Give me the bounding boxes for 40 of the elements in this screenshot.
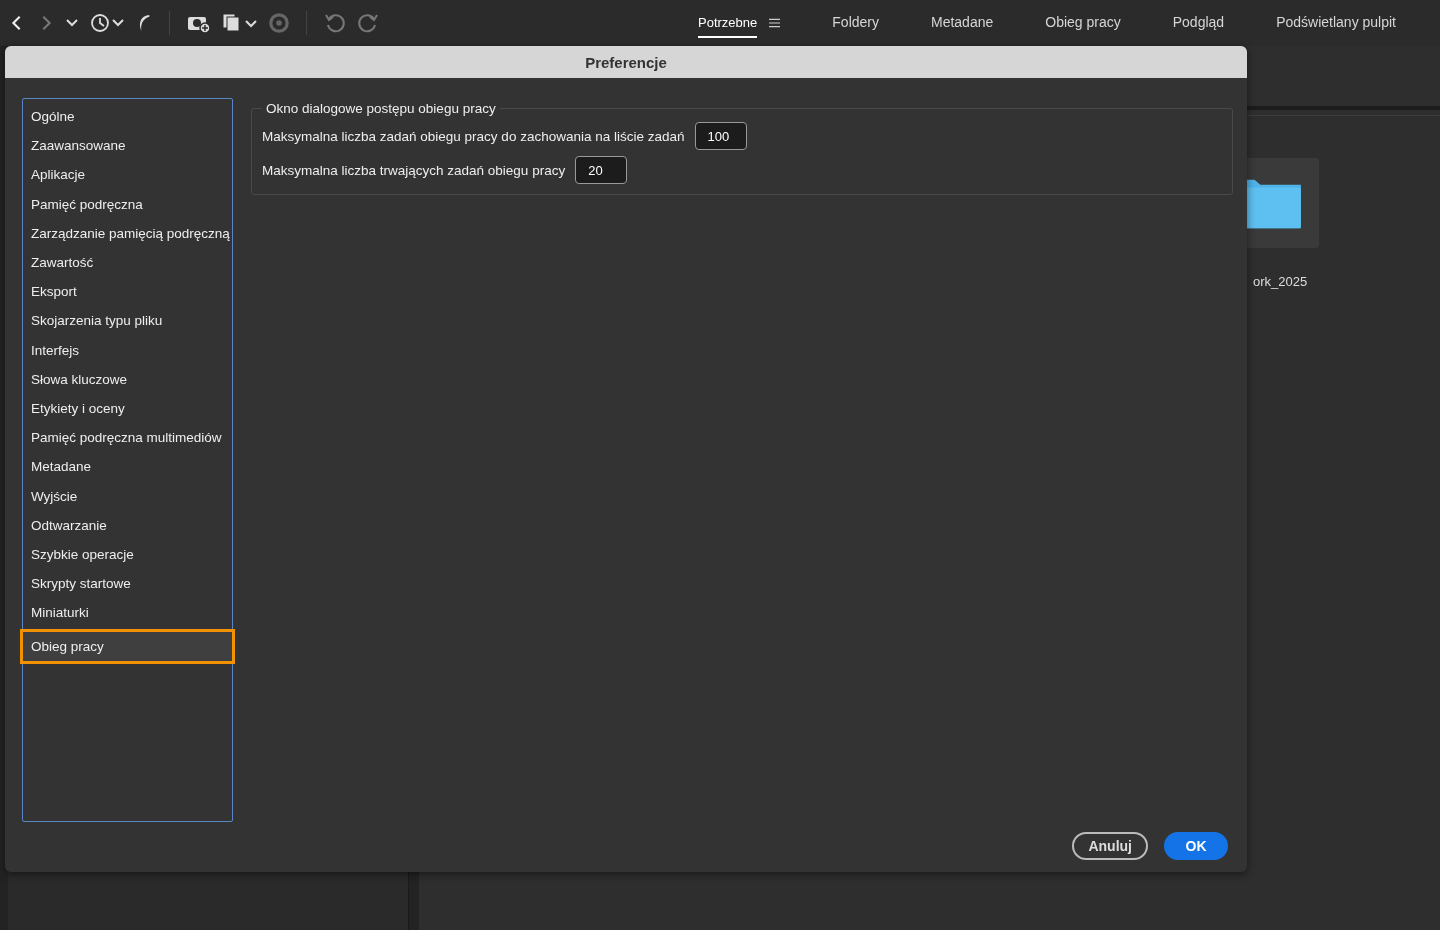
category-item[interactable]: Aplikacje bbox=[21, 160, 234, 190]
category-item[interactable]: Odtwarzanie bbox=[21, 510, 234, 540]
category-item[interactable]: Pamięć podręczna multimediów bbox=[21, 423, 234, 453]
workspace-tab[interactable]: Potrzebne bbox=[698, 8, 758, 38]
category-item[interactable]: Etykiety i oceny bbox=[21, 393, 234, 424]
ok-button[interactable]: OK bbox=[1164, 832, 1228, 860]
category-item[interactable]: Interfejs bbox=[21, 335, 234, 365]
workspace-tab[interactable]: Foldery bbox=[832, 8, 879, 38]
number-field[interactable]: 20 bbox=[575, 156, 628, 184]
dialog-title: Preferencje bbox=[5, 46, 1247, 78]
category-item[interactable]: Pamięć podręczna bbox=[21, 189, 234, 219]
number-field[interactable]: 100 bbox=[694, 122, 747, 150]
category-item[interactable]: Obieg pracy bbox=[20, 629, 235, 665]
category-item[interactable]: Skojarzenia typu pliku bbox=[21, 306, 234, 336]
chevron-down-icon[interactable] bbox=[66, 19, 78, 27]
category-item[interactable]: Skrypty startowe bbox=[21, 569, 234, 599]
group-title: Okno dialogowe postępu obiegu pracy bbox=[265, 101, 497, 116]
folder-name: ork_2025 bbox=[1253, 274, 1308, 289]
category-item[interactable]: Ogólne bbox=[21, 102, 234, 132]
category-item[interactable]: Słowa kluczowe bbox=[21, 364, 234, 394]
history-icon[interactable] bbox=[89, 12, 125, 34]
category-item[interactable]: Zaawansowane bbox=[21, 131, 234, 161]
cancel-button[interactable]: Anuluj bbox=[1072, 832, 1148, 860]
undo-icon[interactable] bbox=[324, 12, 346, 34]
workspace-tab[interactable]: Podgląd bbox=[1172, 8, 1225, 38]
field-label: Maksymalna liczba trwających zadań obiegu pracy bbox=[262, 162, 566, 178]
category-item[interactable]: Zarządzanie pamięcią podręczną bbox=[21, 218, 234, 248]
workspace-tab[interactable]: Obieg pracy bbox=[1045, 8, 1121, 38]
category-item[interactable]: Eksport bbox=[21, 277, 234, 307]
category-item[interactable]: Szybkie operacje bbox=[21, 539, 234, 569]
workspace-tab[interactable]: Podświetlany pulpit bbox=[1276, 8, 1396, 38]
category-item[interactable]: Wyjście bbox=[21, 481, 234, 511]
category-item[interactable]: Zawartość bbox=[21, 247, 234, 278]
menu-icon[interactable] bbox=[769, 18, 781, 28]
copy-pages-icon[interactable] bbox=[222, 12, 258, 34]
redo-icon[interactable] bbox=[357, 12, 379, 34]
field-label: Maksymalna liczba zadań obiegu pracy do zachowania na liście zadań bbox=[262, 128, 685, 144]
category-item[interactable]: Metadane bbox=[21, 452, 234, 482]
workspace-tab[interactable]: Metadane bbox=[931, 8, 994, 38]
category-item[interactable]: Miniaturki bbox=[21, 598, 234, 628]
